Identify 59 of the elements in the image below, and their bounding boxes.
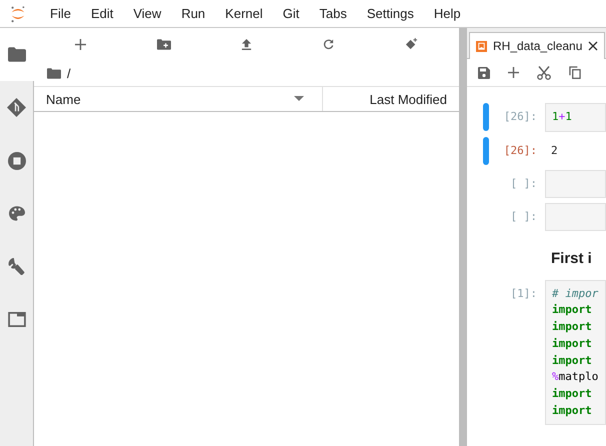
menu-item[interactable]: View bbox=[123, 6, 172, 21]
code-token: import bbox=[552, 303, 592, 316]
cell-prompt: [26]: bbox=[502, 109, 538, 125]
menu-item[interactable]: Tabs bbox=[309, 6, 357, 21]
git-diamond-icon bbox=[404, 38, 418, 50]
plus-icon[interactable] bbox=[508, 67, 519, 78]
code-token: import bbox=[552, 336, 592, 350]
menu-item[interactable]: Git bbox=[272, 6, 310, 21]
code-input[interactable] bbox=[545, 202, 606, 231]
tab-title: RH_data_cleanu bbox=[493, 39, 582, 53]
active-cell-bar bbox=[483, 136, 489, 165]
menu-item[interactable]: Settings bbox=[356, 6, 424, 21]
folder-plus-icon bbox=[156, 38, 171, 50]
git-icon bbox=[7, 98, 26, 117]
wrench-icon bbox=[8, 258, 25, 275]
folder-icon bbox=[47, 68, 61, 78]
menu-item[interactable]: Edit bbox=[80, 6, 124, 21]
markdown-heading: First i bbox=[550, 248, 593, 269]
cell-prompt: [1]: bbox=[510, 286, 538, 302]
palette-icon bbox=[8, 206, 24, 221]
breadcrumb[interactable]: / bbox=[67, 66, 71, 80]
code-token: import bbox=[552, 404, 592, 417]
code-input[interactable]: 1+1 bbox=[545, 103, 606, 132]
scissors-icon[interactable] bbox=[537, 66, 551, 80]
column-header[interactable]: Name bbox=[34, 87, 323, 111]
code-input[interactable] bbox=[545, 170, 606, 198]
menu-item[interactable]: Kernel bbox=[215, 6, 273, 21]
cell-prompt: [ ]: bbox=[510, 208, 538, 225]
code-token: matplo bbox=[558, 370, 598, 384]
stop-circle-icon bbox=[8, 152, 26, 170]
notebook-icon bbox=[476, 40, 487, 52]
caret-icon bbox=[294, 96, 304, 102]
code-token: 1 bbox=[565, 110, 572, 123]
window-icon bbox=[8, 312, 26, 327]
code-token: + bbox=[558, 110, 566, 123]
folder-icon bbox=[8, 47, 26, 62]
cell-output: 2 bbox=[550, 142, 558, 159]
menu-item[interactable]: File bbox=[40, 6, 81, 21]
code-token: import bbox=[552, 354, 592, 367]
refresh-icon bbox=[323, 38, 334, 50]
menu-item[interactable]: Help bbox=[424, 6, 471, 21]
copy-icon[interactable] bbox=[569, 66, 581, 79]
save-icon[interactable] bbox=[478, 66, 490, 78]
code-token: % bbox=[552, 370, 559, 384]
menu-item[interactable]: Run bbox=[171, 6, 216, 21]
column-header[interactable]: Last Modified bbox=[323, 87, 459, 111]
upload-icon bbox=[241, 38, 252, 50]
code-token: import bbox=[552, 386, 592, 400]
notebook-tab[interactable]: RH_data_cleanu bbox=[469, 32, 606, 59]
sidebar-tab[interactable] bbox=[0, 28, 34, 81]
output-prompt: [26]: bbox=[502, 142, 538, 159]
code-input[interactable]: # impor import import import import %matplo import import bbox=[545, 280, 606, 426]
close-icon[interactable] bbox=[588, 41, 598, 51]
cell-prompt: [ ]: bbox=[510, 176, 538, 192]
plus-icon bbox=[75, 38, 86, 50]
code-token: import bbox=[552, 320, 592, 334]
code-token: 1 bbox=[552, 110, 559, 123]
code-token: # impor bbox=[552, 286, 598, 300]
jupyter-logo-icon bbox=[9, 4, 27, 22]
